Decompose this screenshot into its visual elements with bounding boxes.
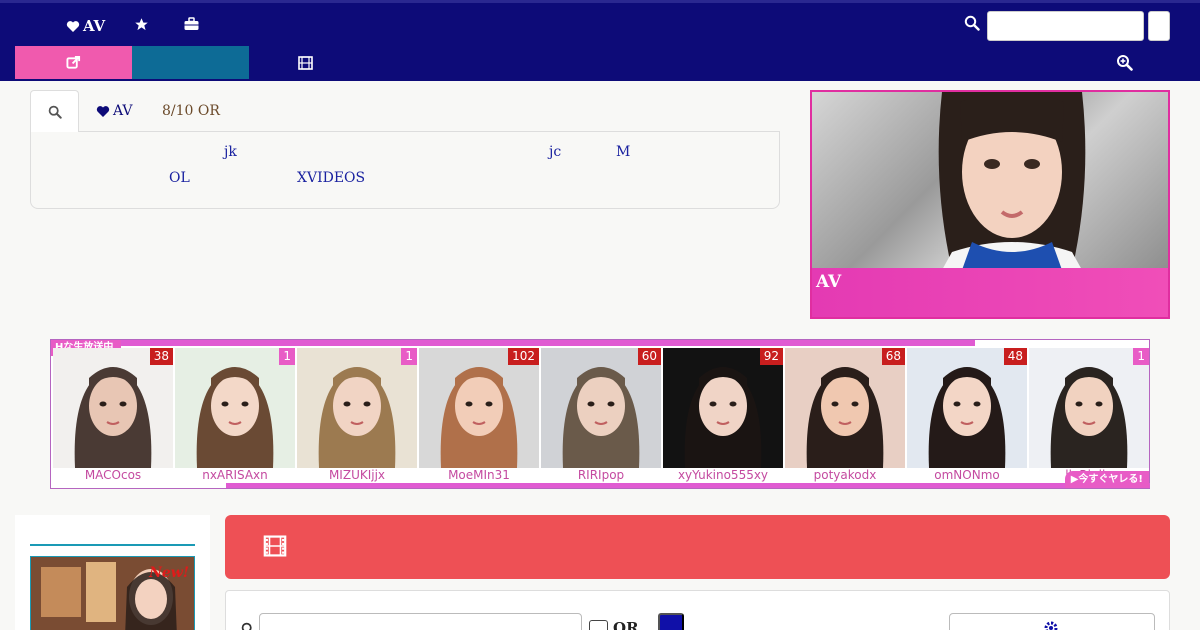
viewer-count-badge: 68	[881, 348, 905, 365]
sub-navbar	[0, 46, 1200, 81]
cam-thumbnail	[175, 348, 295, 468]
top-navbar: AV	[0, 0, 1200, 46]
sidebar-promo-banner[interactable]: New!	[30, 556, 195, 630]
external-link-icon	[66, 55, 81, 69]
cam-thumbnail	[1029, 348, 1149, 468]
sidebar-divider	[30, 544, 195, 546]
viewer-count-badge: 102	[508, 348, 539, 365]
banner-caption-bar	[812, 268, 1168, 317]
tag-link[interactable]: M	[616, 144, 630, 160]
live-cam-tile[interactable]: 102 MoeMIn31	[419, 348, 539, 488]
tag-tabs: AV 8/10 OR	[30, 90, 780, 132]
banner-label: AV	[816, 272, 842, 292]
viewer-count-badge: 92	[759, 348, 783, 365]
briefcase-icon	[184, 17, 199, 30]
favorites-av-link[interactable]: AV	[66, 17, 105, 35]
banner-model-image	[938, 92, 1086, 270]
video-search-panel: OR	[225, 590, 1170, 630]
film-icon	[298, 56, 313, 70]
video-search-button[interactable]	[658, 613, 684, 630]
heart-icon	[66, 20, 80, 32]
featured-banner[interactable]: AV	[810, 90, 1170, 319]
live-cam-tile[interactable]: 38 MACOcos	[53, 348, 173, 488]
live-cam-tile[interactable]: 68 potyakodx	[785, 348, 905, 488]
tag-list: jk jc M OL XVIDEOS	[30, 131, 780, 209]
tag-link[interactable]: XVIDEOS	[297, 170, 365, 186]
sidebar: New!	[15, 515, 210, 630]
or-label: OR	[613, 619, 639, 630]
cam-thumbnail	[907, 348, 1027, 468]
live-cam-tile[interactable]: 1lleRinlle	[1029, 348, 1149, 488]
live-cam-tile[interactable]: 60 RIRIpop	[541, 348, 661, 488]
site-search-input[interactable]	[987, 11, 1144, 41]
or-checkbox[interactable]	[589, 620, 608, 630]
live-cta-button[interactable]: ▶今すぐヤレる!	[1064, 471, 1149, 488]
cam-thumbnail	[53, 348, 173, 468]
tag-link[interactable]: OL	[169, 170, 190, 186]
cam-thumbnail	[785, 348, 905, 468]
viewer-count-badge: 38	[149, 348, 173, 365]
zoom-in-icon	[1117, 55, 1133, 71]
teal-tab[interactable]	[132, 46, 249, 79]
strip-top-accent	[51, 340, 975, 346]
cam-thumbnail	[419, 348, 539, 468]
cam-performer-name: omNONmo	[934, 468, 1000, 482]
tag-link[interactable]: jk	[224, 144, 237, 160]
live-cam-tile[interactable]: 1 MIZUKIjjx	[297, 348, 417, 488]
viewer-count-badge: 1	[1133, 348, 1149, 365]
cam-performer-name: potyakodx	[813, 468, 877, 482]
tab-av[interactable]: AV	[96, 90, 133, 132]
viewer-count-badge: 1	[279, 348, 295, 365]
star-icon	[135, 18, 148, 31]
live-cam-tile[interactable]: 1 nxARISAxn	[175, 348, 295, 488]
viewer-count-badge: 48	[1003, 348, 1027, 365]
tab-av-label: AV	[113, 103, 133, 119]
search-icon	[241, 621, 255, 630]
film-link[interactable]	[298, 55, 313, 74]
tab-search[interactable]	[30, 90, 79, 132]
live-cam-tile[interactable]: 48 omNONmo	[907, 348, 1027, 488]
tag-link[interactable]: jc	[549, 144, 561, 160]
cam-performer-name: nxARISAxn	[202, 468, 268, 482]
site-search-button[interactable]	[1148, 11, 1170, 41]
tab-or-search[interactable]: 8/10 OR	[162, 90, 220, 132]
cam-performer-name: MACOcos	[84, 468, 142, 482]
tab-or-label: 8/10 OR	[162, 103, 220, 119]
gear-icon	[1043, 620, 1059, 630]
cam-performer-name: RIRIpop	[577, 468, 625, 482]
briefcase-link[interactable]	[184, 17, 199, 31]
promo-new-badge: New!	[149, 565, 189, 581]
video-search-input[interactable]	[259, 613, 582, 630]
film-icon	[263, 535, 287, 561]
cam-thumbnail	[297, 348, 417, 468]
live-cam-tile[interactable]: 92 xyYukino555xy	[663, 348, 783, 488]
search-icon	[48, 105, 62, 119]
live-cam-strip: Hな生放送中 38 MACOcos 1 nxARISAxn 1 MIZUKIjjx 102 M…	[50, 339, 1150, 489]
cam-thumbnail	[663, 348, 783, 468]
video-section-header	[225, 515, 1170, 579]
viewer-count-badge: 60	[637, 348, 661, 365]
search-settings-button[interactable]	[949, 613, 1155, 630]
viewer-count-badge: 1	[401, 348, 417, 365]
heart-icon	[96, 105, 110, 117]
cam-thumbnail	[541, 348, 661, 468]
banner-photo	[812, 92, 1168, 270]
tag-panel: AV 8/10 OR jk jc M OL XVIDEOS	[30, 90, 780, 209]
cam-performer-name: MIZUKIjjx	[328, 468, 386, 482]
favorites-av-label: AV	[83, 17, 106, 35]
cam-performer-name: xyYukino555xy	[677, 468, 769, 482]
search-icon	[964, 15, 980, 35]
zoom-link[interactable]	[1116, 54, 1133, 75]
cam-performer-name: MoeMIn31	[448, 468, 510, 482]
external-link-tab[interactable]	[15, 46, 132, 79]
ranking-link[interactable]	[134, 17, 149, 32]
